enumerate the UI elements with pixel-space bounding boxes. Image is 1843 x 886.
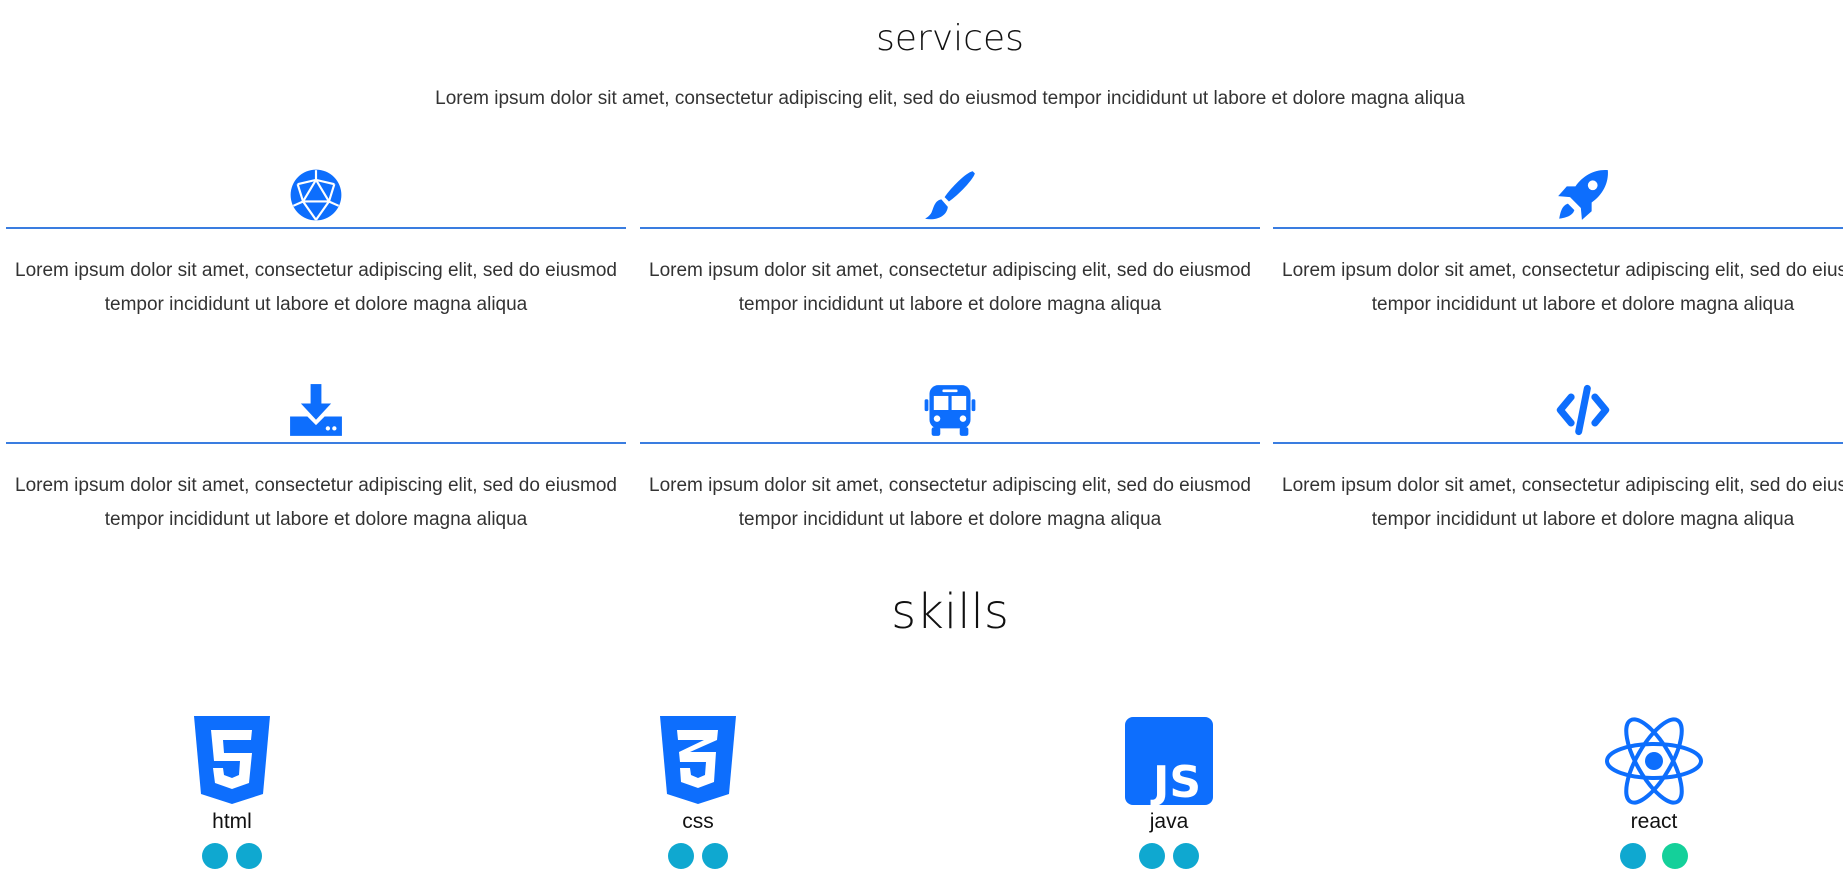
skill-name: css — [682, 810, 714, 833]
skill-item-html: html — [132, 716, 332, 886]
service-divider — [6, 227, 626, 229]
level-dot — [1620, 843, 1646, 869]
paint-brush-icon — [925, 171, 975, 220]
level-dot — [668, 843, 694, 869]
service-card: Lorem ipsum dolor sit amet, consectetur … — [6, 373, 626, 573]
html5-icon — [194, 716, 270, 804]
svg-text:JS: JS — [1150, 757, 1201, 805]
services-subtitle: Lorem ipsum dolor sit amet, consectetur … — [435, 88, 1465, 109]
service-description: Lorem ipsum dolor sit amet, consectetur … — [649, 475, 1251, 530]
skill-item-react: react — [1554, 716, 1754, 886]
service-card: Lorem ipsum dolor sit amet, consectetur … — [1273, 373, 1843, 573]
service-description: Lorem ipsum dolor sit amet, consectetur … — [15, 475, 617, 530]
skill-level-dots — [132, 843, 332, 869]
skill-name: react — [1630, 810, 1678, 833]
service-divider — [640, 442, 1260, 444]
react-icon — [1605, 717, 1703, 805]
level-dot — [202, 843, 228, 869]
service-divider — [1273, 227, 1843, 229]
skill-level-dots — [1554, 843, 1754, 869]
service-description: Lorem ipsum dolor sit amet, consectetur … — [15, 260, 617, 315]
skill-name: html — [212, 810, 252, 833]
service-divider — [1273, 442, 1843, 444]
service-card: Lorem ipsum dolor sit amet, consectetur … — [1273, 158, 1843, 358]
level-dot — [236, 843, 262, 869]
skill-item-css: css — [598, 716, 798, 886]
service-divider — [640, 227, 1260, 229]
css3-icon — [660, 716, 736, 804]
service-description: Lorem ipsum dolor sit amet, consectetur … — [1282, 475, 1843, 530]
service-divider — [6, 442, 626, 444]
skill-item-java: JS java — [1069, 716, 1269, 886]
service-card: Lorem ipsum dolor sit amet, consectetur … — [640, 373, 1260, 573]
skills-title: skills — [891, 584, 1009, 640]
service-card: Lorem ipsum dolor sit amet, consectetur … — [6, 158, 626, 358]
level-dot — [1662, 843, 1688, 869]
service-card: Lorem ipsum dolor sit amet, consectetur … — [640, 158, 1260, 358]
skill-level-dots — [598, 843, 798, 869]
level-dot — [702, 843, 728, 869]
rocket-icon — [1558, 170, 1608, 220]
js-icon: JS — [1125, 717, 1213, 805]
level-dot — [1173, 843, 1199, 869]
download-icon — [290, 384, 342, 436]
services-title: services — [876, 18, 1024, 59]
code-icon — [1556, 384, 1610, 436]
service-description: Lorem ipsum dolor sit amet, consectetur … — [1282, 260, 1843, 315]
dice-d20-icon — [290, 169, 342, 221]
level-dot — [1139, 843, 1165, 869]
skill-name: java — [1149, 810, 1189, 833]
service-description: Lorem ipsum dolor sit amet, consectetur … — [649, 260, 1251, 315]
bus-icon — [924, 385, 976, 436]
skill-level-dots — [1069, 843, 1269, 869]
